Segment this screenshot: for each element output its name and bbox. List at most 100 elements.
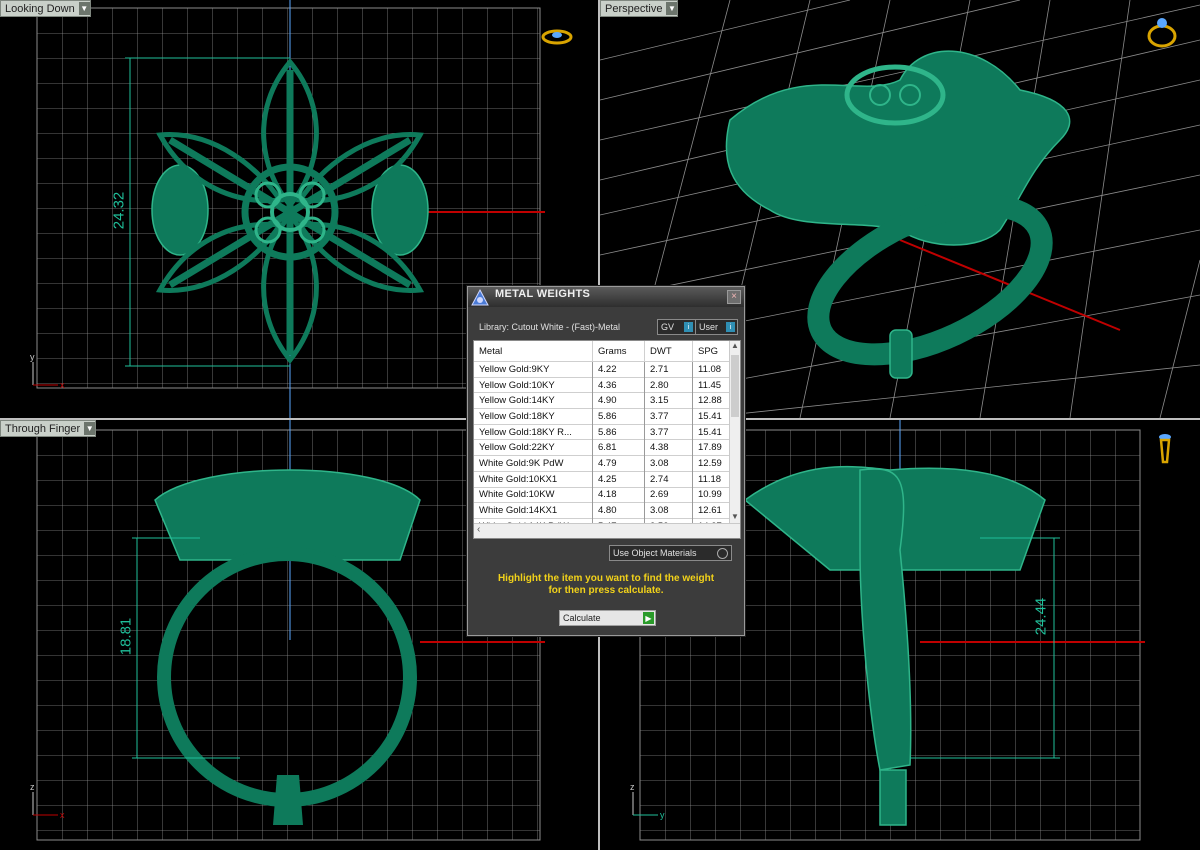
column-header-metal[interactable]: Metal bbox=[474, 341, 593, 362]
table-row[interactable]: Yellow Gold:18KY R... 5.86 3.77 15.41 bbox=[474, 423, 730, 440]
library-label: Library: Cutout White - (Fast)-Metal bbox=[479, 322, 621, 332]
cell-grams: 5.86 bbox=[592, 423, 645, 440]
user-button[interactable]: User i bbox=[695, 319, 738, 335]
table-row[interactable]: Yellow Gold:14KY 4.90 3.15 12.88 bbox=[474, 392, 730, 409]
cell-dwt: 3.77 bbox=[644, 423, 693, 440]
cell-metal: Yellow Gold:10KY bbox=[474, 376, 593, 393]
cell-metal: White Gold:9K PdW bbox=[474, 455, 593, 472]
cell-metal: Yellow Gold:18KY bbox=[474, 408, 593, 425]
instruction-line-2: for then press calculate. bbox=[548, 585, 664, 596]
cell-grams: 4.25 bbox=[592, 470, 645, 487]
dimension-label: 24.44 bbox=[1032, 597, 1050, 636]
table-row[interactable]: Yellow Gold:22KY 6.81 4.38 17.89 bbox=[474, 439, 730, 456]
scrollbar-thumb[interactable] bbox=[731, 355, 739, 417]
user-info-icon: i bbox=[726, 322, 735, 332]
table-row[interactable]: Yellow Gold:18KY 5.86 3.77 15.41 bbox=[474, 408, 730, 425]
cell-grams: 4.18 bbox=[592, 486, 645, 503]
cell-grams: 4.22 bbox=[592, 361, 645, 378]
radio-icon bbox=[717, 547, 728, 559]
cell-grams: 4.79 bbox=[592, 455, 645, 472]
cell-spg: 12.59 bbox=[692, 455, 730, 472]
instruction-text: Highlight the item you want to find the … bbox=[480, 573, 732, 597]
cell-metal: White Gold:14KX1 bbox=[474, 502, 593, 519]
vertical-scrollbar[interactable]: ▲ ▼ bbox=[729, 341, 740, 524]
table-row[interactable]: Yellow Gold:9KY 4.22 2.71 11.08 bbox=[474, 361, 730, 378]
axis-label-y: y bbox=[30, 352, 35, 362]
ring-view-icon[interactable] bbox=[1148, 432, 1182, 466]
table-row[interactable]: White Gold:9K PdW 4.79 3.08 12.59 bbox=[474, 455, 730, 472]
cell-dwt: 3.08 bbox=[644, 502, 693, 519]
cell-dwt: 2.71 bbox=[644, 361, 693, 378]
metal-weights-table-container[interactable]: Metal Grams DWT SPG Yellow Gold:9KY 4.22 2… bbox=[473, 340, 741, 539]
cell-dwt: 4.38 bbox=[644, 439, 693, 456]
axis-label-x: x bbox=[60, 810, 65, 820]
cell-spg: 12.61 bbox=[692, 502, 730, 519]
scroll-up-icon[interactable]: ▲ bbox=[730, 341, 740, 353]
scroll-left-icon[interactable]: ‹ bbox=[477, 524, 480, 535]
play-icon: ▶ bbox=[643, 612, 654, 624]
cell-dwt: 2.69 bbox=[644, 486, 693, 503]
table-row[interactable]: White Gold:14KX1 4.80 3.08 12.61 bbox=[474, 502, 730, 519]
table-row[interactable]: White Gold:10KW 4.18 2.69 10.99 bbox=[474, 486, 730, 503]
cell-dwt: 2.80 bbox=[644, 376, 693, 393]
cell-metal: Yellow Gold:9KY bbox=[474, 361, 593, 378]
column-header-dwt[interactable]: DWT bbox=[644, 341, 693, 362]
cell-grams: 4.36 bbox=[592, 376, 645, 393]
gv-info-icon: i bbox=[684, 322, 693, 332]
viewport-label-text: Perspective bbox=[605, 2, 663, 15]
cell-grams: 4.80 bbox=[592, 502, 645, 519]
axis-label-x: x bbox=[60, 380, 65, 390]
matrix-app-icon bbox=[471, 288, 489, 306]
ring-view-icon[interactable] bbox=[540, 20, 574, 54]
chevron-down-icon[interactable]: ▼ bbox=[78, 2, 90, 15]
metal-weights-table[interactable]: Metal Grams DWT SPG Yellow Gold:9KY 4.22 2… bbox=[474, 341, 730, 534]
viewport-label[interactable]: Looking Down ▼ bbox=[0, 0, 91, 17]
cell-spg: 11.18 bbox=[692, 470, 730, 487]
horizontal-scrollbar[interactable]: ‹ bbox=[474, 523, 740, 538]
column-header-grams[interactable]: Grams bbox=[592, 341, 645, 362]
cell-grams: 4.90 bbox=[592, 392, 645, 409]
cell-spg: 15.41 bbox=[692, 408, 730, 425]
column-header-spg[interactable]: SPG bbox=[692, 341, 730, 362]
cell-dwt: 2.74 bbox=[644, 470, 693, 487]
cell-metal: Yellow Gold:18KY R... bbox=[474, 423, 593, 440]
instruction-line-1: Highlight the item you want to find the … bbox=[497, 573, 715, 584]
table-row[interactable]: White Gold:10KX1 4.25 2.74 11.18 bbox=[474, 470, 730, 487]
cell-spg: 12.88 bbox=[692, 392, 730, 409]
dimension-label: 24.32 bbox=[110, 191, 128, 230]
cell-grams: 5.86 bbox=[592, 408, 645, 425]
table-header-row: Metal Grams DWT SPG bbox=[474, 341, 730, 362]
cell-metal: White Gold:10KX1 bbox=[474, 470, 593, 487]
cell-metal: Yellow Gold:22KY bbox=[474, 439, 593, 456]
calculate-button[interactable]: Calculate ▶ bbox=[559, 610, 656, 626]
ring-model bbox=[725, 50, 1071, 379]
gv-button[interactable]: GV i bbox=[657, 319, 696, 335]
chevron-down-icon[interactable]: ▼ bbox=[666, 2, 678, 15]
dimension-label: 18.81 bbox=[117, 617, 135, 656]
viewport-label-text: Through Finger bbox=[5, 422, 81, 435]
dialog-title: METAL WEIGHTS bbox=[495, 288, 591, 300]
cell-dwt: 3.77 bbox=[644, 408, 693, 425]
use-object-materials-toggle[interactable]: Use Object Materials bbox=[609, 545, 732, 561]
cell-spg: 17.89 bbox=[692, 439, 730, 456]
cell-metal: White Gold:10KW bbox=[474, 486, 593, 503]
viewport-label[interactable]: Perspective ▼ bbox=[600, 0, 679, 17]
cell-spg: 11.08 bbox=[692, 361, 730, 378]
chevron-down-icon[interactable]: ▼ bbox=[84, 422, 96, 435]
close-icon[interactable]: × bbox=[727, 290, 741, 304]
axis-label-y: y bbox=[660, 810, 665, 820]
ring-view-icon[interactable] bbox=[1145, 15, 1179, 49]
viewport-label-text: Looking Down bbox=[5, 2, 75, 15]
cell-spg: 11.45 bbox=[692, 376, 730, 393]
metal-weights-dialog: METAL WEIGHTS × Library: Cutout White - … bbox=[467, 286, 745, 636]
axis-label-z: z bbox=[30, 782, 35, 792]
dialog-titlebar[interactable]: METAL WEIGHTS × bbox=[468, 287, 744, 307]
axis-label-z: z bbox=[630, 782, 635, 792]
cell-spg: 15.41 bbox=[692, 423, 730, 440]
cell-dwt: 3.08 bbox=[644, 455, 693, 472]
cell-dwt: 3.15 bbox=[644, 392, 693, 409]
viewport-label[interactable]: Through Finger ▼ bbox=[0, 420, 97, 437]
table-row[interactable]: Yellow Gold:10KY 4.36 2.80 11.45 bbox=[474, 376, 730, 393]
gv-label: GV bbox=[661, 322, 675, 332]
cell-metal: Yellow Gold:14KY bbox=[474, 392, 593, 409]
